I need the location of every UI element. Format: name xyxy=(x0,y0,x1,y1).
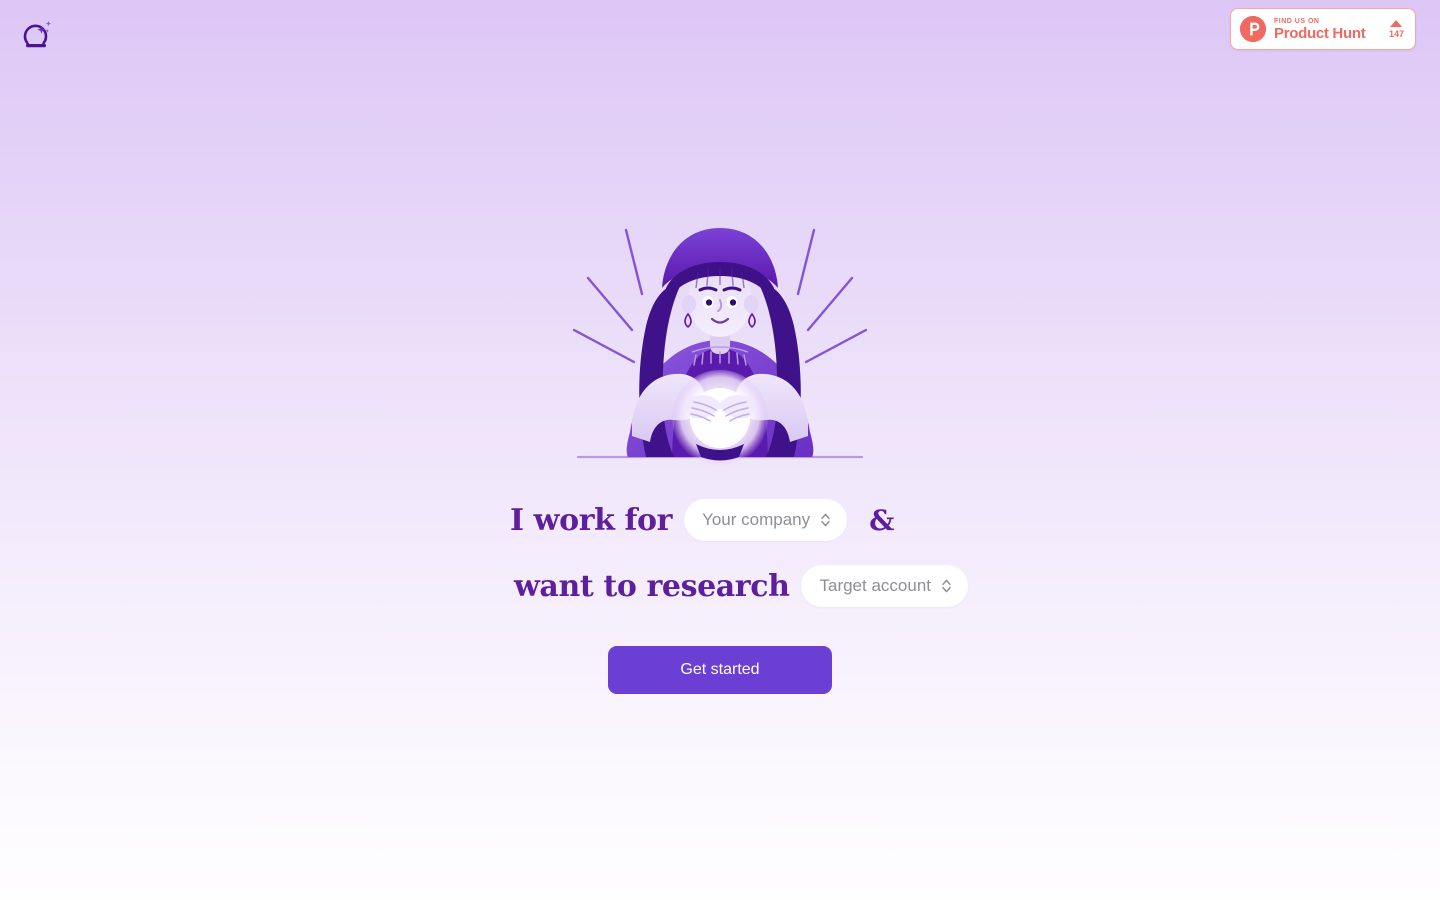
company-select[interactable]: Your company xyxy=(684,499,848,541)
hero-line2-prefix: want to research xyxy=(514,568,790,604)
fortune-teller-crystal-ball-illustration xyxy=(572,228,868,466)
hero-row-2: want to research Target account xyxy=(510,560,968,612)
company-select-placeholder: Your company xyxy=(702,510,811,529)
hero-line1-suffix: & xyxy=(869,503,895,537)
main-stage: I work for Your company & want to resear… xyxy=(0,0,1440,900)
target-account-select-placeholder: Target account xyxy=(819,576,931,595)
target-account-select[interactable]: Target account xyxy=(801,565,968,607)
hero-line1-prefix: I work for xyxy=(510,502,673,538)
hero-form: I work for Your company & want to resear… xyxy=(510,494,968,612)
chevron-up-down-icon xyxy=(821,513,830,527)
hero-row-1: I work for Your company & xyxy=(510,494,930,546)
get-started-button[interactable]: Get started xyxy=(608,646,832,694)
chevron-up-down-icon xyxy=(942,579,951,593)
